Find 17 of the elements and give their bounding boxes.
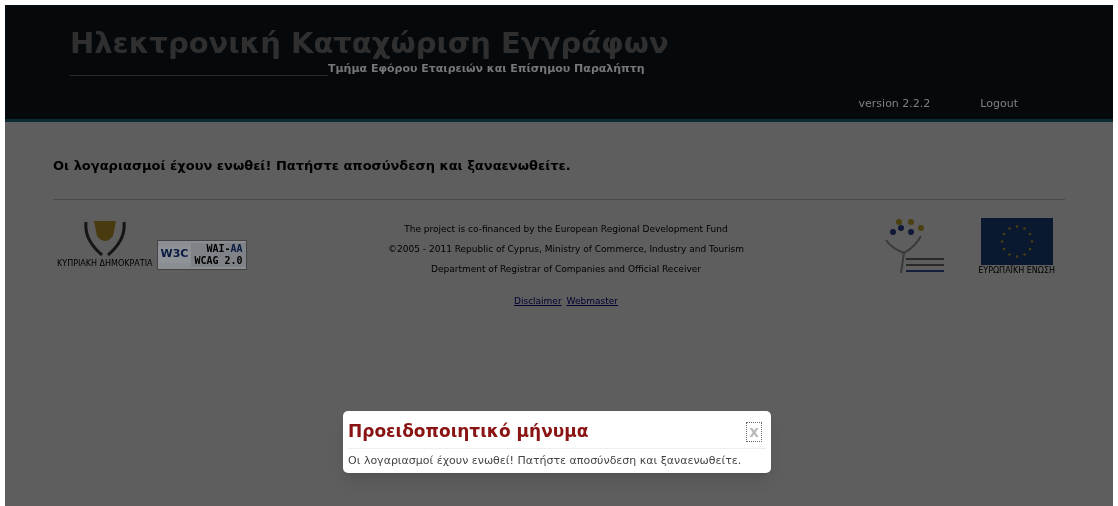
coat-of-arms-caption: ΚΥΠΡΙΑΚΗ ΔΗΜΟΚΡΑΤΙΑ	[57, 257, 153, 270]
wai-label: WAI-AA	[206, 242, 243, 255]
footer-text: ©2005 - 2011 Republic of Cyprus, Ministry of Commerce, Industry and Tourism	[388, 242, 744, 256]
dialog-message: Οι λογαριασμοί έχουν ενωθεί! Πατήστε αποσύνδεση και ξαναενωθείτε.	[348, 452, 743, 469]
site-subtitle: Τμήμα Εφόρου Εταιρειών και Επίσημου Παραλήπτη	[328, 61, 645, 77]
footer-link[interactable]: Disclaimer	[514, 290, 562, 311]
eu-flag-caption: ΕΥΡΩΠΑΪΚΗ ΕΝΩΣΗ	[978, 264, 1055, 277]
close-button[interactable]: x	[746, 421, 762, 442]
dialog-title: Προειδοποιητικό μήνυμα	[348, 420, 589, 443]
logout-link[interactable]: Logout	[980, 95, 1018, 112]
footer-text: The project is co-financed by the European Regional Development Fund	[404, 222, 728, 236]
status-message: Οι λογαριασμοί έχουν ενωθεί! Πατήστε αποσύνδεση και ξαναενωθείτε.	[53, 156, 1065, 200]
eu-flag-icon	[980, 217, 1053, 265]
wcag-label: WCAG 2.0	[194, 254, 243, 267]
version-label: version 2.2.2	[858, 95, 931, 112]
footer-text: Department of Registrar of Companies and Official Receiver	[431, 262, 701, 276]
footer-link[interactable]: Webmaster	[566, 290, 618, 311]
